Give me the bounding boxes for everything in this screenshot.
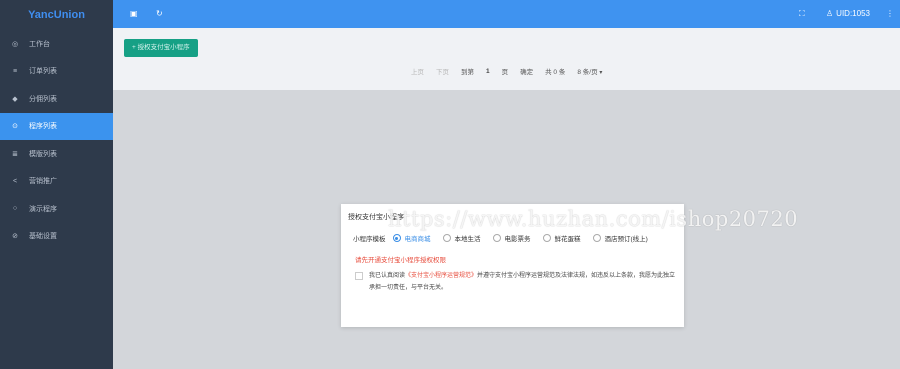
template-options: 电商商城 本地生活 电影票务 鲜花蛋糕 酒店预订(线上)	[392, 233, 660, 243]
radio-circle-icon	[492, 234, 501, 242]
agreement-row: 我已认真阅读《支付宝小程序运营规范》并遵守支付宝小程序运营规范及法律法规，如违反…	[355, 270, 680, 294]
sidebar-item[interactable]: ⊙ 程序列表	[0, 112, 113, 140]
template-radio[interactable]: 鲜花蛋糕	[542, 233, 581, 243]
sidebar-item-label: 程序列表	[29, 123, 57, 131]
radio-label: 电影票务	[504, 236, 531, 243]
goto-confirm-button[interactable]: 确定	[520, 66, 533, 76]
share-icon: <	[12, 177, 18, 185]
authorization-notice: 请先开通支付宝小程序授权权限	[355, 257, 446, 264]
sidebar-item-label: 订单列表	[29, 68, 57, 76]
template-radio[interactable]: 本地生活	[442, 233, 481, 243]
template-radio-group: 小程序模板 电商商城 本地生活 电影票务 鲜花蛋糕 酒店预订(线上)	[353, 233, 660, 243]
sidebar-item-label: 模版列表	[29, 150, 57, 158]
sidebar-item[interactable]: ○ 演示程序	[0, 195, 113, 223]
sidebar-item-label: 分佣列表	[29, 95, 57, 103]
sidebar-item[interactable]: ⊘ 基础设置	[0, 223, 113, 251]
authorize-miniprogram-button[interactable]: + 授权支付宝小程序	[124, 39, 198, 57]
sidebar-nav: ◎ 工作台 ≡ 订单列表 ◆ 分佣列表 ⊙ 程序列表 ≣ 模版列表 < 营销推广 ○ 演示程序 ⊘ 基础设置	[0, 30, 113, 250]
sidebar-item[interactable]: ≣ 模版列表	[0, 140, 113, 168]
radio-label: 酒店预订(线上)	[604, 236, 648, 243]
user-uid: UID:1053	[836, 9, 870, 18]
diamond-icon: ◆	[12, 95, 18, 103]
authorize-modal: 授权支付宝小程序 小程序模板 电商商城 本地生活 电影票务 鲜花蛋糕 酒店预订(线上) …	[341, 204, 684, 327]
sidebar-item-label: 营销推广	[29, 178, 57, 186]
demo-icon: ○	[12, 205, 18, 213]
program-icon: ⊙	[12, 123, 18, 131]
radio-circle-icon	[442, 234, 451, 242]
top-header: ▣ ↻ ⛶ ♙ UID:1053 ⋮	[113, 0, 900, 28]
sidebar-item[interactable]: < 营销推广	[0, 168, 113, 196]
sidebar-item-label: 工作台	[29, 40, 50, 48]
page-size-select[interactable]: 8 条/页 ▾	[577, 66, 602, 76]
pagination: 上页 下页 到第 1 页 确定 共 0 条 8 条/页 ▾	[411, 66, 602, 77]
page-size-value: 8 条/页	[577, 69, 598, 76]
radio-label: 本地生活	[454, 236, 481, 243]
radio-circle-icon	[542, 234, 551, 242]
template-radio[interactable]: 电商商城	[392, 233, 431, 243]
brand-logo: YancUnion	[28, 9, 85, 21]
menu-toggle-icon[interactable]: ▣	[130, 0, 138, 28]
sidebar-item[interactable]: ◆ 分佣列表	[0, 85, 113, 113]
goto-label: 到第	[461, 69, 474, 76]
radio-circle-icon	[392, 234, 401, 242]
agreement-text: 我已认真阅读《支付宝小程序运营规范》并遵守支付宝小程序运营规范及法律法规，如违反…	[369, 270, 680, 294]
refresh-icon[interactable]: ↻	[156, 0, 163, 28]
more-icon[interactable]: ⋮	[886, 0, 894, 28]
user-menu[interactable]: ♙ UID:1053	[826, 0, 870, 28]
dashboard-icon: ◎	[11, 40, 19, 48]
radio-label: 电商商城	[404, 236, 431, 243]
template-label: 小程序模板	[353, 236, 386, 243]
sidebar-item-label: 演示程序	[29, 205, 57, 213]
prev-page-button[interactable]: 上页	[411, 66, 424, 76]
template-radio[interactable]: 电影票务	[492, 233, 531, 243]
fullscreen-icon[interactable]: ⛶	[799, 0, 805, 28]
sidebar-item[interactable]: ≡ 订单列表	[0, 58, 113, 86]
template-radio[interactable]: 酒店预订(线上)	[592, 233, 648, 243]
agreement-link[interactable]: 《支付宝小程序运营规范》	[405, 273, 477, 279]
page-unit-label: 页	[501, 69, 509, 76]
settings-icon: ⊘	[12, 233, 18, 241]
chevron-down-icon: ▾	[599, 70, 603, 76]
page-number-input[interactable]: 1	[486, 68, 490, 75]
agreement-checkbox[interactable]	[355, 272, 363, 280]
sidebar: YancUnion ◎ 工作台 ≡ 订单列表 ◆ 分佣列表 ⊙ 程序列表 ≣ 模版列表 < 营销推广 ○…	[0, 0, 113, 369]
modal-title: 授权支付宝小程序	[348, 214, 404, 221]
template-icon: ≣	[12, 150, 18, 158]
sidebar-item-label: 基础设置	[29, 233, 57, 241]
user-icon: ♙	[826, 9, 834, 18]
list-icon: ≡	[12, 67, 18, 75]
radio-label: 鲜花蛋糕	[554, 236, 581, 243]
next-page-button[interactable]: 下页	[436, 66, 449, 76]
agreement-prefix: 我已认真阅读	[369, 273, 406, 279]
radio-circle-icon	[592, 234, 601, 242]
total-count: 共 0 条	[545, 69, 566, 76]
sidebar-item[interactable]: ◎ 工作台	[0, 30, 113, 58]
